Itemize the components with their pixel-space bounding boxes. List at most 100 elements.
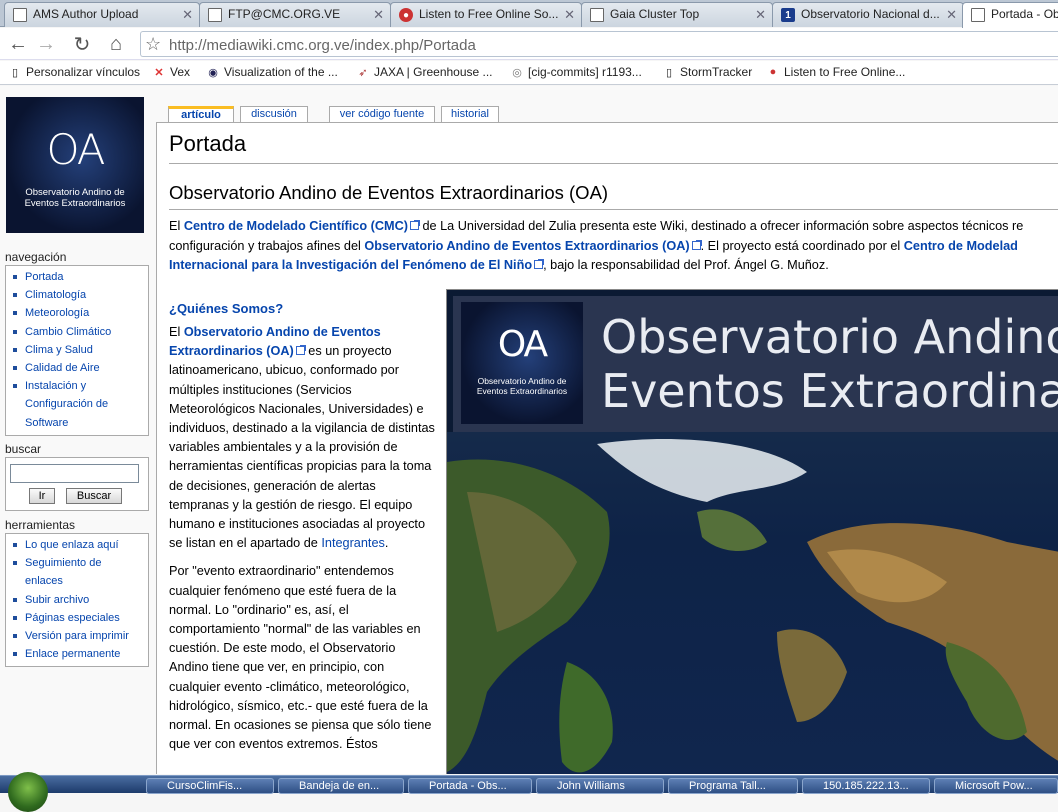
page-icon: ▯ xyxy=(11,66,19,79)
divider xyxy=(169,163,1058,164)
tool-upload-file[interactable]: Subir archivo xyxy=(12,591,148,609)
document-icon xyxy=(971,8,985,22)
tools-portlet: Lo que enlaza aquí Seguimiento de enlace… xyxy=(5,533,149,668)
back-icon[interactable]: ← xyxy=(6,32,30,56)
document-icon xyxy=(590,8,604,22)
external-link-icon xyxy=(534,259,545,269)
cmc-link[interactable]: Centro de Modelado Científico (CMC) xyxy=(184,219,408,233)
start-button[interactable] xyxy=(8,772,48,812)
bookmark-item[interactable]: ✕ Vex xyxy=(152,65,190,79)
reload-icon[interactable]: ↻ xyxy=(70,32,94,56)
nav-item-climatologia[interactable]: Climatología xyxy=(12,286,148,304)
tab-view-source[interactable]: ver código fuente xyxy=(329,106,435,123)
close-icon[interactable]: ✕ xyxy=(564,7,575,23)
search-button[interactable]: Buscar xyxy=(66,488,122,504)
browser-tab-strip: AMS Author Upload ✕ FTP@CMC.ORG.VE ✕ ● List… xyxy=(0,0,1058,28)
search-portlet: Ir Buscar xyxy=(5,457,149,511)
oa-link[interactable]: Observatorio Andino de Eventos Extraordi… xyxy=(364,239,689,253)
tool-related-changes-cont[interactable]: enlaces xyxy=(12,572,148,590)
bookmarks-bar: ▯ Personalizar vínculos ✕ Vex ◉ Visualizati… xyxy=(0,61,1058,85)
banner-logo: OA Observatorio Andino de Eventos Extraor… xyxy=(461,302,583,424)
browser-tab[interactable]: Gaia Cluster Top ✕ xyxy=(581,2,773,27)
search-heading: buscar xyxy=(5,442,42,456)
about-text: El Observatorio Andino de Eventos Extrao… xyxy=(169,323,437,763)
banner-header: OA Observatorio Andino de Eventos Extraor… xyxy=(453,296,1058,432)
browser-tab[interactable]: ● Listen to Free Online So... ✕ xyxy=(390,2,582,27)
external-link-icon xyxy=(691,240,702,250)
external-link-icon xyxy=(295,345,306,356)
taskbar-item[interactable]: Programa Tall... xyxy=(668,778,798,794)
page-viewport: OA Observatorio Andino de Eventos Extraor… xyxy=(0,86,1058,774)
tool-printable[interactable]: Versión para imprimir xyxy=(12,627,148,645)
banner-title: Observatorio Andino d Eventos Extraordin… xyxy=(601,310,1058,418)
forward-icon[interactable]: → xyxy=(34,32,58,56)
close-icon[interactable]: ✕ xyxy=(755,7,766,23)
taskbar-item[interactable]: Microsoft Pow... xyxy=(934,778,1058,794)
bookmark-item[interactable]: ▯ Personalizar vínculos xyxy=(8,65,140,79)
tool-special-pages[interactable]: Páginas especiales xyxy=(12,609,148,627)
taskbar-item[interactable]: 150.185.222.13... xyxy=(802,778,930,794)
close-icon[interactable]: ✕ xyxy=(182,7,193,23)
nav-item-instalacion[interactable]: Instalación y xyxy=(12,377,148,395)
globe-icon: ◉ xyxy=(208,66,218,79)
oa-banner-image: OA Observatorio Andino de Eventos Extraor… xyxy=(446,289,1058,774)
tools-heading: herramientas xyxy=(5,518,76,532)
nav-item-meteorologia[interactable]: Meteorología xyxy=(12,304,148,322)
bookmark-item[interactable]: ◎ [cig-commits] r1193... xyxy=(510,65,642,79)
document-icon xyxy=(13,8,27,22)
content-area: Portada Observatorio Andino de Eventos E… xyxy=(156,122,1058,774)
home-icon[interactable]: ⌂ xyxy=(104,32,128,56)
tool-permanent-link[interactable]: Enlace permanente xyxy=(12,645,148,663)
radio-icon: ● xyxy=(399,8,413,22)
nav-portlet: Portada Climatología Meteorología Cambio… xyxy=(5,265,149,436)
bookmark-item[interactable]: ▯ StormTracker xyxy=(662,65,752,79)
tab-discussion[interactable]: discusión xyxy=(240,106,308,123)
os-taskbar: CursoClimFis... Bandeja de en... Portada… xyxy=(0,772,1058,812)
divider xyxy=(169,209,1058,210)
browser-tab-active[interactable]: Portada - Obs xyxy=(962,2,1058,28)
section-heading: Observatorio Andino de Eventos Extraordi… xyxy=(169,182,609,203)
site-logo[interactable]: OA Observatorio Andino de Eventos Extraor… xyxy=(6,97,144,233)
nav-item-portada[interactable]: Portada xyxy=(12,268,148,286)
ciifen-link[interactable]: Centro de Modelad xyxy=(904,239,1018,253)
tab-article[interactable]: artículo xyxy=(168,106,234,123)
taskbar-item[interactable]: Bandeja de en... xyxy=(278,778,404,794)
close-icon[interactable]: ✕ xyxy=(946,7,957,23)
go-button[interactable]: Ir xyxy=(29,488,55,504)
radio-icon: ● xyxy=(769,66,777,78)
nav-item-cambio-climatico[interactable]: Cambio Climático xyxy=(12,323,148,341)
bookmark-item[interactable]: ➶ JAXA | Greenhouse ... xyxy=(356,65,492,79)
nav-item-calidad-aire[interactable]: Calidad de Aire xyxy=(12,359,148,377)
star-icon[interactable]: ☆ xyxy=(145,34,161,55)
ciifen-link[interactable]: Internacional para la Investigación del … xyxy=(169,258,532,272)
page-title: Portada xyxy=(169,131,247,156)
taskbar-item[interactable]: CursoClimFis... xyxy=(146,778,274,794)
integrantes-link[interactable]: Integrantes xyxy=(321,536,384,550)
tool-related-changes[interactable]: Seguimiento de xyxy=(12,554,148,572)
spiral-icon: ◎ xyxy=(512,66,522,79)
document-icon xyxy=(208,8,222,22)
tool-what-links-here[interactable]: Lo que enlaza aquí xyxy=(12,536,148,554)
external-link-icon xyxy=(409,220,420,230)
intro-line-3: Internacional para la Investigación del … xyxy=(169,258,829,272)
browser-tab[interactable]: AMS Author Upload ✕ xyxy=(4,2,200,27)
search-input[interactable] xyxy=(10,464,139,483)
nav-item-instalacion-cont[interactable]: Configuración de xyxy=(12,395,148,413)
intro-line-1: El Centro de Modelado Científico (CMC) d… xyxy=(169,219,1024,233)
nav-item-instalacion-cont[interactable]: Software xyxy=(12,414,148,432)
x-icon: ✕ xyxy=(154,66,164,79)
browser-tab[interactable]: 1 Observatorio Nacional d... ✕ xyxy=(772,2,964,27)
quienes-somos-heading[interactable]: ¿Quiénes Somos? xyxy=(169,301,283,316)
definition-paragraph: Por "evento extraordinario" entendemos c… xyxy=(169,564,432,752)
browser-tab[interactable]: FTP@CMC.ORG.VE ✕ xyxy=(199,2,391,27)
bookmark-item[interactable]: ● Listen to Free Online... xyxy=(766,65,906,79)
page-icon: ▯ xyxy=(665,66,673,79)
taskbar-item-active[interactable]: Portada - Obs... xyxy=(408,778,532,794)
nav-item-clima-salud[interactable]: Clima y Salud xyxy=(12,341,148,359)
close-icon[interactable]: ✕ xyxy=(373,7,384,23)
taskbar-item[interactable]: John Williams xyxy=(536,778,664,794)
rocket-icon: ➶ xyxy=(358,66,368,79)
address-bar[interactable]: ☆ http://mediawiki.cmc.org.ve/index.php/P… xyxy=(140,31,1058,57)
bookmark-item[interactable]: ◉ Visualization of the ... xyxy=(206,65,338,79)
tab-history[interactable]: historial xyxy=(441,106,499,123)
